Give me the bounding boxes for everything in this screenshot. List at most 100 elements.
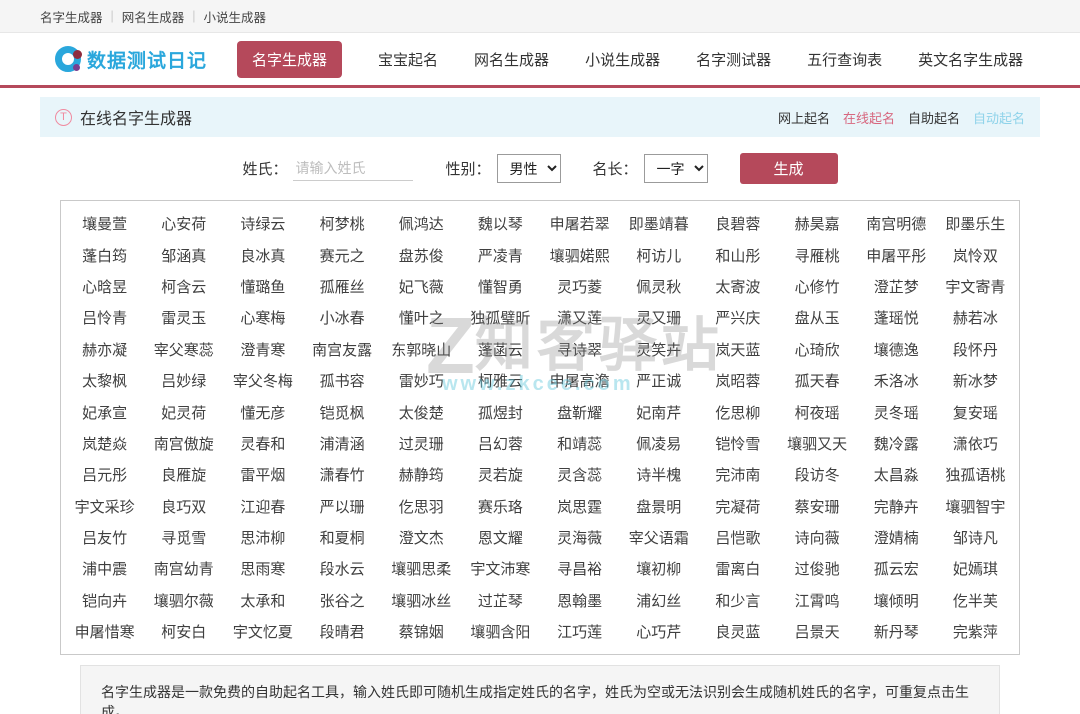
generated-name: 雷平烟 [223,459,302,490]
generated-name: 澄婧楠 [857,522,936,553]
generated-name: 壤驷婼熙 [540,239,619,270]
generated-name: 佩灵秋 [619,271,698,302]
generated-name: 盘靳耀 [540,396,619,427]
generated-name: 壤倾明 [857,585,936,616]
divider: | [111,9,114,23]
generated-name: 浦清涵 [302,428,381,459]
nav-item-name-generator[interactable]: 名字生成器 [237,41,342,78]
generated-name: 蓬瑶悦 [857,302,936,333]
generated-name: 东郭晓山 [382,334,461,365]
generated-name: 吕元彤 [65,459,144,490]
generated-name: 完紫萍 [936,616,1015,647]
description-text: 名字生成器是一款免费的自助起名工具，输入姓氏即可随机生成指定姓氏的名字，姓氏为空… [101,684,969,714]
generated-name: 恩文耀 [461,522,540,553]
generated-name: 禾洛冰 [857,365,936,396]
generated-name: 铠怜雪 [698,428,777,459]
nav-item-english-name-generator[interactable]: 英文名字生成器 [918,49,1023,70]
generator-form: 姓氏： 性别： 男性 名长： 一字 生成 [40,137,1040,200]
generated-name: 江巧莲 [540,616,619,647]
link-online-naming-1[interactable]: 网上起名 [778,108,830,127]
topbar-link-name-generator[interactable]: 名字生成器 [40,7,103,26]
generated-name: 小冰春 [302,302,381,333]
generated-name: 壤驷含阳 [461,616,540,647]
generated-name: 诗向薇 [777,522,856,553]
name-length-select[interactable]: 一字 [644,154,708,183]
generated-name: 仡思羽 [382,491,461,522]
generated-name: 壤曼萱 [65,208,144,239]
generated-name: 盘景明 [619,491,698,522]
generated-name: 完静卉 [857,491,936,522]
generated-name: 岚昭蓉 [698,365,777,396]
names-panel: 壤曼萱心安荷诗绿云柯梦桃佩鸿达魏以琴申屠若翠即墨靖暮良碧蓉赫昊嘉南宫明德即墨乐生… [60,200,1020,655]
generated-name: 仡半芙 [936,585,1015,616]
gender-label: 性别： [445,158,490,179]
generated-name: 佩凌易 [619,428,698,459]
generated-name: 新冰梦 [936,365,1015,396]
generated-name: 灵笑卉 [619,334,698,365]
nav-item-wuxing-table[interactable]: 五行查询表 [807,49,882,70]
generated-name: 浦中震 [65,553,144,584]
generated-name: 壤驷冰丝 [382,585,461,616]
generated-name: 赛乐珞 [461,491,540,522]
generated-name: 和山彤 [698,239,777,270]
logo-ring-icon [55,46,81,72]
card-header: T 在线名字生成器 网上起名 在线起名 自助起名 自动起名 [40,97,1040,137]
site-logo[interactable]: 数据测试日记 [55,46,207,73]
generated-name: 蓬白筠 [65,239,144,270]
generated-name: 灵巧菱 [540,271,619,302]
generated-name: 和夏桐 [302,522,381,553]
generated-name: 良灵蓝 [698,616,777,647]
generated-name: 岚怜双 [936,239,1015,270]
generated-name: 妃南芹 [619,396,698,427]
generated-name: 懂叶之 [382,302,461,333]
nav-item-name-tester[interactable]: 名字测试器 [696,49,771,70]
nav-item-novel-generator[interactable]: 小说生成器 [585,49,660,70]
nav-item-baby-naming[interactable]: 宝宝起名 [378,49,438,70]
generated-name: 吕恺歌 [698,522,777,553]
generated-name: 灵含蕊 [540,459,619,490]
generated-name: 魏冷露 [857,428,936,459]
generated-name: 潇又莲 [540,302,619,333]
generate-button[interactable]: 生成 [740,153,838,184]
nav-item-nickname-generator[interactable]: 网名生成器 [474,49,549,70]
gender-select[interactable]: 男性 [497,154,561,183]
generated-name: 柯雅云 [461,365,540,396]
topbar-link-nickname-generator[interactable]: 网名生成器 [122,7,185,26]
generated-name: 吕景天 [777,616,856,647]
generated-name: 心晗昱 [65,271,144,302]
generated-name: 潇春竹 [302,459,381,490]
generated-name: 申屠惜寒 [65,616,144,647]
generated-name: 寻觅雪 [144,522,223,553]
generated-name: 壤初柳 [619,553,698,584]
generated-name: 吕友竹 [65,522,144,553]
generated-name: 太昌淼 [857,459,936,490]
generated-name: 严兴庆 [698,302,777,333]
generated-name: 江霄鸣 [777,585,856,616]
generated-name: 岚思霆 [540,491,619,522]
topbar-link-novel-generator[interactable]: 小说生成器 [204,7,267,26]
generated-name: 懂无彦 [223,396,302,427]
link-auto-naming[interactable]: 自动起名 [973,108,1025,127]
generated-name: 宰父冬梅 [223,365,302,396]
generated-name: 张谷之 [302,585,381,616]
generated-name: 雷灵玉 [144,302,223,333]
generated-name: 蔡锦姻 [382,616,461,647]
generated-name: 澄青寒 [223,334,302,365]
link-online-naming-2[interactable]: 在线起名 [843,108,895,127]
generated-name: 南宫明德 [857,208,936,239]
generated-name: 严凌青 [461,239,540,270]
generated-name: 宇文寄青 [936,271,1015,302]
surname-input[interactable] [293,156,413,181]
page-title: 在线名字生成器 [80,105,192,129]
link-self-naming[interactable]: 自助起名 [908,108,960,127]
generated-name: 潇依巧 [936,428,1015,459]
generated-name: 恩翰墨 [540,585,619,616]
generated-name: 岚楚焱 [65,428,144,459]
generated-name: 吕怜青 [65,302,144,333]
description-box: 名字生成器是一款免费的自助起名工具，输入姓氏即可随机生成指定姓氏的名字，姓氏为空… [80,665,1000,714]
generated-name: 壤驷尔薇 [144,585,223,616]
generated-name: 宇文忆夏 [223,616,302,647]
generated-name: 蓬菡云 [461,334,540,365]
generated-name: 段水云 [302,553,381,584]
generated-name: 诗绿云 [223,208,302,239]
